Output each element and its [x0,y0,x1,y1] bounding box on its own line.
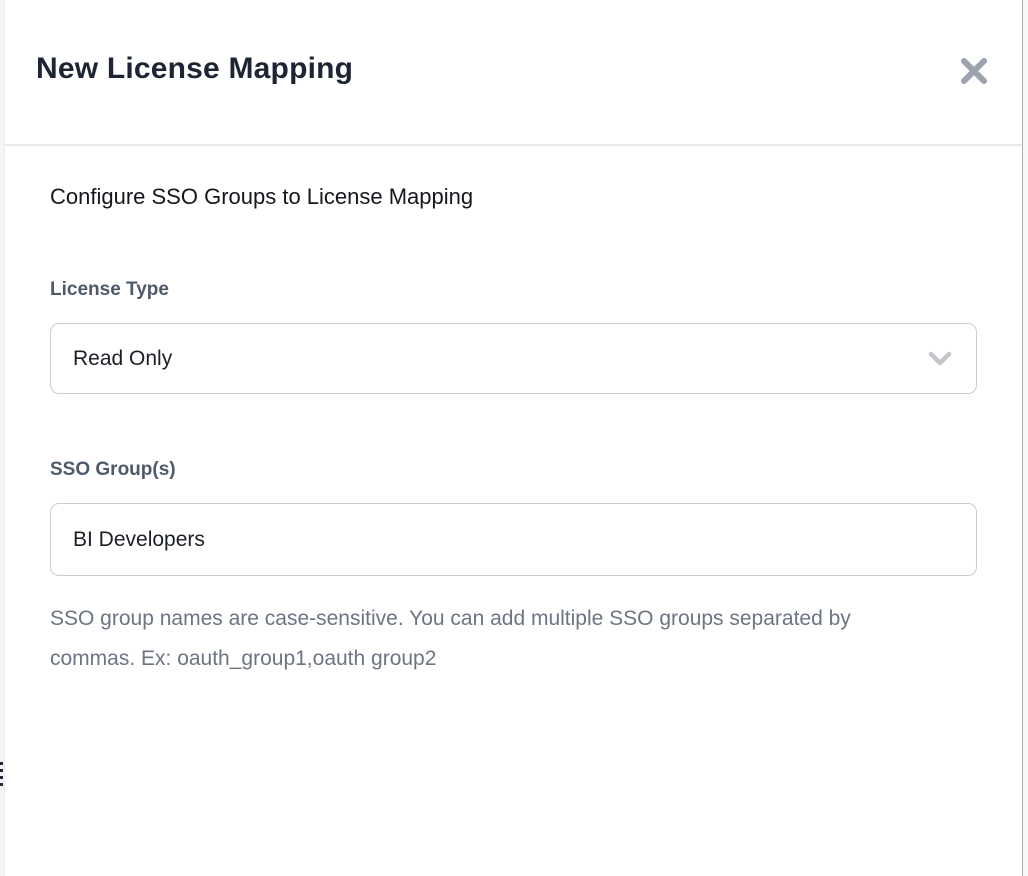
x-close-icon [959,57,989,85]
clipped-list-icon [0,762,4,786]
chevron-down-icon [928,351,952,367]
new-license-mapping-modal: New License Mapping Configure SSO Groups… [5,0,1022,876]
modal-header: New License Mapping [5,0,1022,146]
modal-title: New License Mapping [36,52,353,86]
sso-groups-input[interactable] [50,503,977,576]
scrollbar-track[interactable] [1021,0,1028,876]
license-type-label: License Type [50,279,169,301]
close-button[interactable] [956,54,992,88]
modal-subtitle: Configure SSO Groups to License Mapping [50,184,473,210]
license-type-dropdown[interactable]: Read Only [50,323,977,394]
license-type-selected-value: Read Only [73,347,172,371]
screen: New License Mapping Configure SSO Groups… [0,0,1028,876]
sso-groups-help-text: SSO group names are case-sensitive. You … [50,599,895,679]
sso-groups-label: SSO Group(s) [50,459,176,481]
